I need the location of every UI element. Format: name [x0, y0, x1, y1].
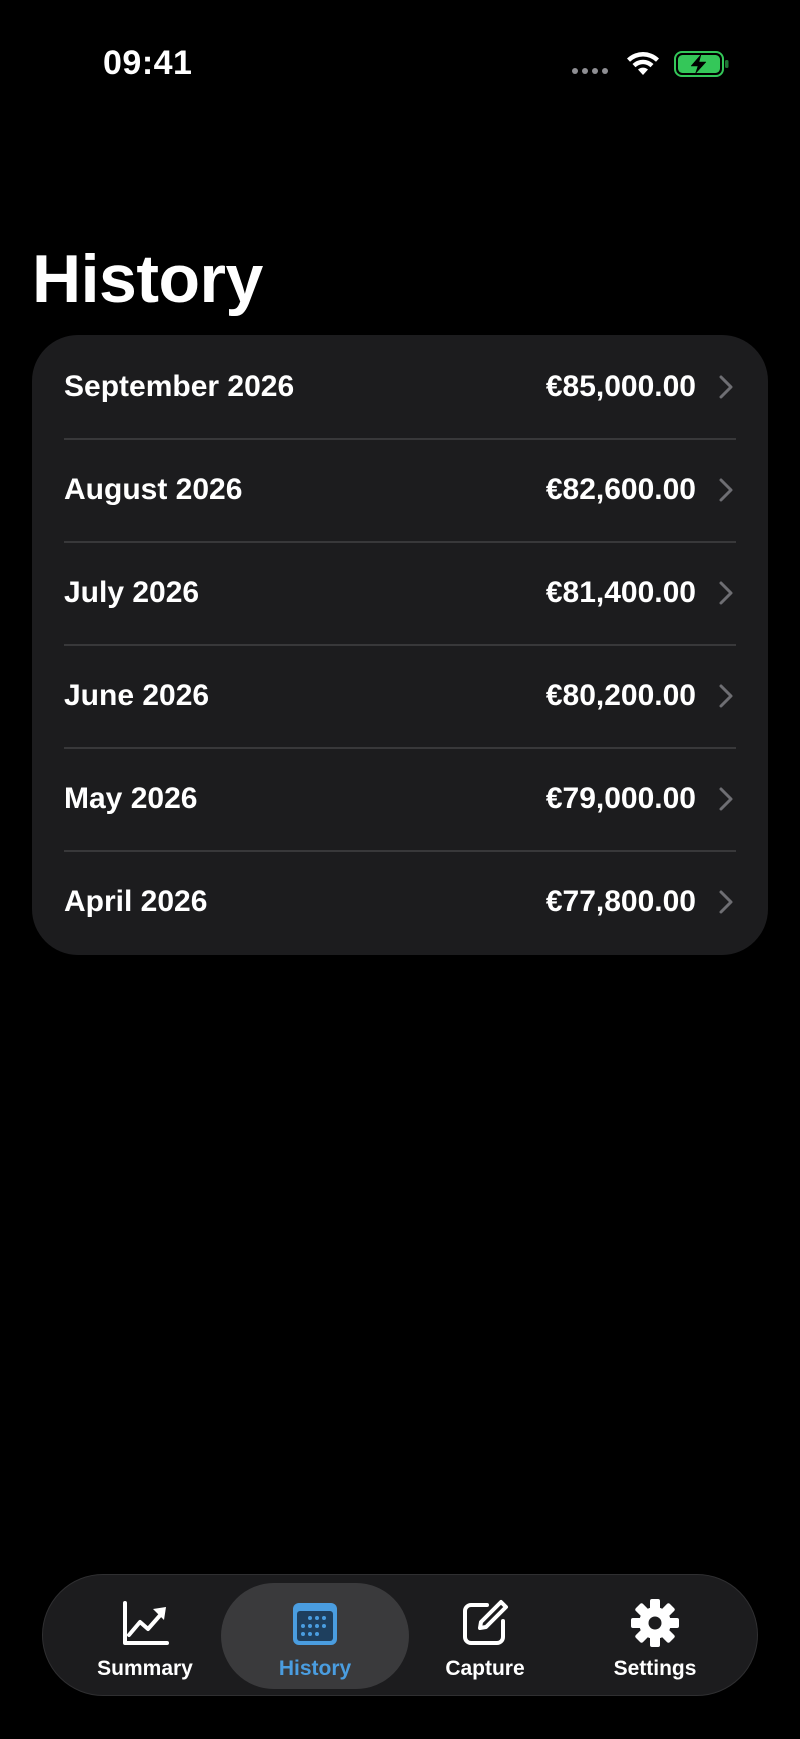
square-pencil-icon [459, 1597, 511, 1649]
history-list: September 2026 €85,000.00 August 2026 €82,6… [32, 335, 768, 955]
tab-capture[interactable]: Capture [391, 1583, 579, 1689]
history-row-month: September 2026 [64, 369, 295, 403]
tab-history[interactable]: History [221, 1583, 409, 1689]
history-row-amount: €80,200.00 [545, 678, 696, 712]
history-row-amount: €82,600.00 [545, 472, 696, 506]
history-row[interactable]: September 2026 €85,000.00 [32, 335, 768, 438]
chart-line-icon [119, 1597, 171, 1649]
cellular-signal-icon [572, 68, 608, 74]
page-title: History [32, 241, 263, 317]
wifi-icon [627, 52, 659, 75]
history-row-month: August 2026 [64, 472, 243, 506]
calendar-icon [289, 1597, 341, 1649]
history-row[interactable]: June 2026 €80,200.00 [32, 644, 768, 747]
history-row-amount: €85,000.00 [545, 369, 696, 403]
tab-summary[interactable]: Summary [51, 1583, 239, 1689]
history-row[interactable]: May 2026 €79,000.00 [32, 747, 768, 850]
status-bar: 09:41 [0, 0, 800, 130]
chevron-right-icon [719, 787, 733, 810]
status-time: 09:41 [103, 44, 193, 82]
history-row-month: July 2026 [64, 575, 200, 609]
tab-label: Summary [97, 1657, 193, 1680]
history-row-month: April 2026 [64, 884, 208, 918]
chevron-right-icon [719, 581, 733, 604]
history-row[interactable]: July 2026 €81,400.00 [32, 541, 768, 644]
tab-bar: Summary History Capture Settings [42, 1574, 758, 1696]
chevron-right-icon [719, 478, 733, 501]
chevron-right-icon [719, 684, 733, 707]
tab-label: Capture [445, 1657, 525, 1680]
history-row-amount: €77,800.00 [545, 884, 696, 918]
tab-label: History [278, 1657, 352, 1680]
gear-icon [629, 1597, 681, 1649]
history-row-month: May 2026 [64, 781, 198, 815]
history-row-amount: €81,400.00 [545, 575, 696, 609]
battery-charging-icon [674, 51, 729, 77]
history-row-month: June 2026 [64, 678, 210, 712]
history-row[interactable]: August 2026 €82,600.00 [32, 438, 768, 541]
history-row[interactable]: April 2026 €77,800.00 [32, 850, 768, 953]
tab-label: Settings [613, 1657, 697, 1680]
chevron-right-icon [719, 890, 733, 913]
tab-settings[interactable]: Settings [561, 1583, 749, 1689]
history-row-amount: €79,000.00 [545, 781, 696, 815]
chevron-right-icon [719, 375, 733, 398]
